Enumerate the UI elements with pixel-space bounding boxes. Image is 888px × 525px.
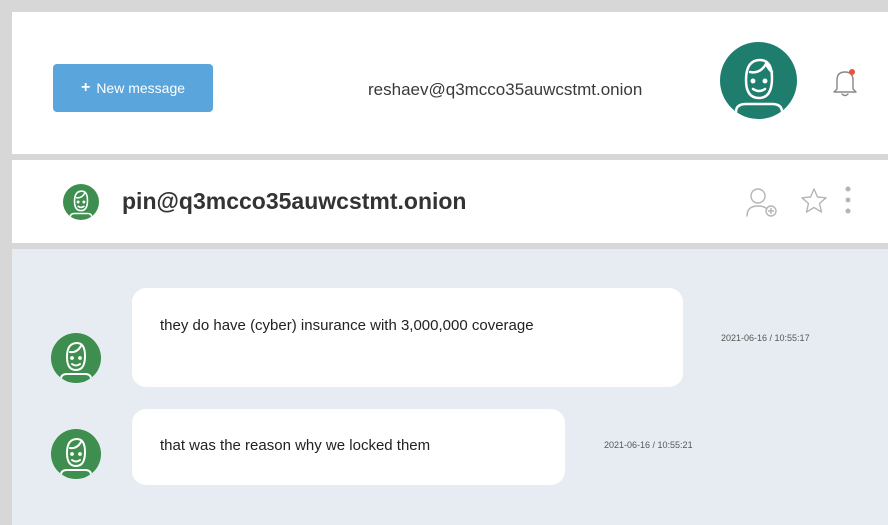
user-avatar[interactable] [720, 42, 797, 119]
more-vertical-icon[interactable] [844, 185, 852, 217]
message-list: they do have (cyber) insurance with 3,00… [12, 249, 888, 525]
contact-avatar-icon [69, 190, 93, 220]
star-icon[interactable] [800, 187, 828, 215]
message-timestamp: 2021-06-16 / 10:55:21 [604, 440, 693, 450]
window-frame-top [0, 0, 888, 12]
plus-icon: + [80, 79, 91, 96]
chat-header: pin@q3mcco35auwcstmt.onion [12, 160, 888, 243]
message-text: that was the reason why we locked them [160, 437, 431, 454]
message-avatar [51, 429, 101, 479]
bell-icon[interactable] [832, 68, 858, 98]
user-avatar-icon [734, 58, 784, 119]
contact-name: pin@q3mcco35auwcstmt.onion [122, 188, 467, 214]
add-contact-icon[interactable] [745, 186, 779, 218]
user-email: reshaev@q3mcco35auwcstmt.onion [368, 80, 643, 99]
new-message-label: New message [96, 80, 186, 96]
message-timestamp: 2021-06-16 / 10:55:17 [721, 333, 810, 343]
top-header: + New message reshaev@q3mcco35auwcstmt.o… [12, 12, 888, 154]
message-text: they do have (cyber) insurance with 3,00… [160, 317, 534, 334]
message-bubble: they do have (cyber) insurance with 3,00… [132, 288, 683, 387]
message-bubble: that was the reason why we locked them [132, 409, 565, 485]
contact-avatar[interactable] [63, 184, 99, 220]
new-message-button[interactable]: + New message [53, 64, 213, 112]
window-frame-left [0, 0, 12, 525]
message-avatar [51, 333, 101, 383]
